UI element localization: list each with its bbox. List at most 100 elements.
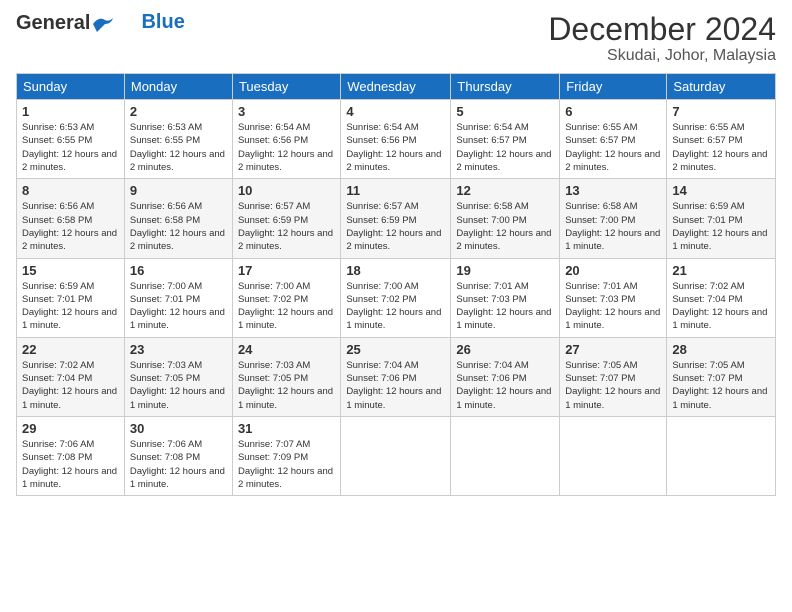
day-number: 14 — [672, 183, 770, 198]
day-number: 23 — [130, 342, 227, 357]
day-number: 2 — [130, 104, 227, 119]
sunrise-label: Sunrise: 6:54 AM — [238, 122, 310, 133]
day-number: 15 — [22, 263, 119, 278]
day-number: 4 — [346, 104, 445, 119]
sunset-label: Sunset: 7:00 PM — [456, 215, 526, 226]
day-info: Sunrise: 6:54 AM Sunset: 6:57 PM Dayligh… — [456, 121, 554, 174]
calendar-cell: 1 Sunrise: 6:53 AM Sunset: 6:55 PM Dayli… — [17, 100, 125, 179]
calendar-cell: 25 Sunrise: 7:04 AM Sunset: 7:06 PM Dayl… — [341, 337, 451, 416]
daylight-label: Daylight: 12 hours and 2 minutes. — [346, 228, 441, 252]
calendar-cell: 17 Sunrise: 7:00 AM Sunset: 7:02 PM Dayl… — [232, 258, 340, 337]
col-tuesday: Tuesday — [232, 74, 340, 100]
day-number: 17 — [238, 263, 335, 278]
sunrise-label: Sunrise: 7:00 AM — [346, 281, 418, 292]
calendar-cell: 8 Sunrise: 6:56 AM Sunset: 6:58 PM Dayli… — [17, 179, 125, 258]
sunrise-label: Sunrise: 7:06 AM — [22, 439, 94, 450]
sunset-label: Sunset: 7:08 PM — [22, 452, 92, 463]
day-info: Sunrise: 7:06 AM Sunset: 7:08 PM Dayligh… — [130, 438, 227, 491]
sunset-label: Sunset: 6:59 PM — [346, 215, 416, 226]
day-number: 9 — [130, 183, 227, 198]
sunset-label: Sunset: 7:02 PM — [346, 294, 416, 305]
calendar-cell: 27 Sunrise: 7:05 AM Sunset: 7:07 PM Dayl… — [560, 337, 667, 416]
day-info: Sunrise: 6:56 AM Sunset: 6:58 PM Dayligh… — [22, 200, 119, 253]
calendar-cell: 22 Sunrise: 7:02 AM Sunset: 7:04 PM Dayl… — [17, 337, 125, 416]
calendar-cell: 4 Sunrise: 6:54 AM Sunset: 6:56 PM Dayli… — [341, 100, 451, 179]
day-number: 11 — [346, 183, 445, 198]
day-info: Sunrise: 7:01 AM Sunset: 7:03 PM Dayligh… — [565, 280, 661, 333]
day-info: Sunrise: 7:02 AM Sunset: 7:04 PM Dayligh… — [22, 359, 119, 412]
calendar-week-row: 15 Sunrise: 6:59 AM Sunset: 7:01 PM Dayl… — [17, 258, 776, 337]
logo: General Blue — [16, 12, 185, 34]
daylight-label: Daylight: 12 hours and 1 minute. — [130, 466, 225, 490]
daylight-label: Daylight: 12 hours and 1 minute. — [565, 307, 660, 331]
day-number: 21 — [672, 263, 770, 278]
header: General Blue December 2024 Skudai, Johor… — [16, 12, 776, 65]
day-number: 27 — [565, 342, 661, 357]
day-info: Sunrise: 7:00 AM Sunset: 7:02 PM Dayligh… — [346, 280, 445, 333]
day-info: Sunrise: 6:55 AM Sunset: 6:57 PM Dayligh… — [565, 121, 661, 174]
sunset-label: Sunset: 7:06 PM — [456, 373, 526, 384]
day-number: 29 — [22, 421, 119, 436]
day-number: 25 — [346, 342, 445, 357]
sunset-label: Sunset: 6:55 PM — [22, 135, 92, 146]
col-sunday: Sunday — [17, 74, 125, 100]
calendar-cell: 9 Sunrise: 6:56 AM Sunset: 6:58 PM Dayli… — [124, 179, 232, 258]
calendar-cell: 31 Sunrise: 7:07 AM Sunset: 7:09 PM Dayl… — [232, 416, 340, 495]
calendar-week-row: 8 Sunrise: 6:56 AM Sunset: 6:58 PM Dayli… — [17, 179, 776, 258]
sunrise-label: Sunrise: 6:53 AM — [130, 122, 202, 133]
day-number: 26 — [456, 342, 554, 357]
day-number: 22 — [22, 342, 119, 357]
calendar-cell: 24 Sunrise: 7:03 AM Sunset: 7:05 PM Dayl… — [232, 337, 340, 416]
sunrise-label: Sunrise: 7:07 AM — [238, 439, 310, 450]
calendar-week-row: 22 Sunrise: 7:02 AM Sunset: 7:04 PM Dayl… — [17, 337, 776, 416]
day-info: Sunrise: 6:53 AM Sunset: 6:55 PM Dayligh… — [22, 121, 119, 174]
daylight-label: Daylight: 12 hours and 2 minutes. — [130, 149, 225, 173]
calendar-cell: 20 Sunrise: 7:01 AM Sunset: 7:03 PM Dayl… — [560, 258, 667, 337]
sunset-label: Sunset: 6:55 PM — [130, 135, 200, 146]
calendar-cell: 23 Sunrise: 7:03 AM Sunset: 7:05 PM Dayl… — [124, 337, 232, 416]
day-info: Sunrise: 6:55 AM Sunset: 6:57 PM Dayligh… — [672, 121, 770, 174]
sunset-label: Sunset: 6:58 PM — [22, 215, 92, 226]
daylight-label: Daylight: 12 hours and 1 minute. — [130, 307, 225, 331]
sunset-label: Sunset: 6:56 PM — [238, 135, 308, 146]
day-number: 5 — [456, 104, 554, 119]
sunrise-label: Sunrise: 7:05 AM — [565, 360, 637, 371]
sunset-label: Sunset: 7:01 PM — [130, 294, 200, 305]
day-info: Sunrise: 6:56 AM Sunset: 6:58 PM Dayligh… — [130, 200, 227, 253]
daylight-label: Daylight: 12 hours and 1 minute. — [456, 386, 551, 410]
day-number: 31 — [238, 421, 335, 436]
sunrise-label: Sunrise: 6:57 AM — [238, 201, 310, 212]
calendar-cell: 21 Sunrise: 7:02 AM Sunset: 7:04 PM Dayl… — [667, 258, 776, 337]
calendar-cell: 29 Sunrise: 7:06 AM Sunset: 7:08 PM Dayl… — [17, 416, 125, 495]
logo-blue: Blue — [141, 11, 184, 34]
sunset-label: Sunset: 7:08 PM — [130, 452, 200, 463]
day-info: Sunrise: 7:00 AM Sunset: 7:02 PM Dayligh… — [238, 280, 335, 333]
day-number: 6 — [565, 104, 661, 119]
sunset-label: Sunset: 7:05 PM — [130, 373, 200, 384]
sunrise-label: Sunrise: 7:05 AM — [672, 360, 744, 371]
calendar-cell: 12 Sunrise: 6:58 AM Sunset: 7:00 PM Dayl… — [451, 179, 560, 258]
day-number: 16 — [130, 263, 227, 278]
daylight-label: Daylight: 12 hours and 1 minute. — [130, 386, 225, 410]
calendar-cell — [560, 416, 667, 495]
day-number: 24 — [238, 342, 335, 357]
sunrise-label: Sunrise: 7:04 AM — [456, 360, 528, 371]
title-section: December 2024 Skudai, Johor, Malaysia — [548, 12, 776, 65]
col-saturday: Saturday — [667, 74, 776, 100]
daylight-label: Daylight: 12 hours and 1 minute. — [238, 307, 333, 331]
day-number: 30 — [130, 421, 227, 436]
sunrise-label: Sunrise: 6:58 AM — [565, 201, 637, 212]
daylight-label: Daylight: 12 hours and 2 minutes. — [565, 149, 660, 173]
day-info: Sunrise: 6:58 AM Sunset: 7:00 PM Dayligh… — [565, 200, 661, 253]
calendar-cell: 18 Sunrise: 7:00 AM Sunset: 7:02 PM Dayl… — [341, 258, 451, 337]
calendar-cell: 11 Sunrise: 6:57 AM Sunset: 6:59 PM Dayl… — [341, 179, 451, 258]
daylight-label: Daylight: 12 hours and 1 minute. — [672, 386, 767, 410]
sunset-label: Sunset: 7:00 PM — [565, 215, 635, 226]
sunset-label: Sunset: 7:03 PM — [565, 294, 635, 305]
daylight-label: Daylight: 12 hours and 1 minute. — [565, 228, 660, 252]
day-info: Sunrise: 6:57 AM Sunset: 6:59 PM Dayligh… — [238, 200, 335, 253]
sunrise-label: Sunrise: 6:54 AM — [346, 122, 418, 133]
col-thursday: Thursday — [451, 74, 560, 100]
sunrise-label: Sunrise: 7:03 AM — [130, 360, 202, 371]
calendar-week-row: 1 Sunrise: 6:53 AM Sunset: 6:55 PM Dayli… — [17, 100, 776, 179]
